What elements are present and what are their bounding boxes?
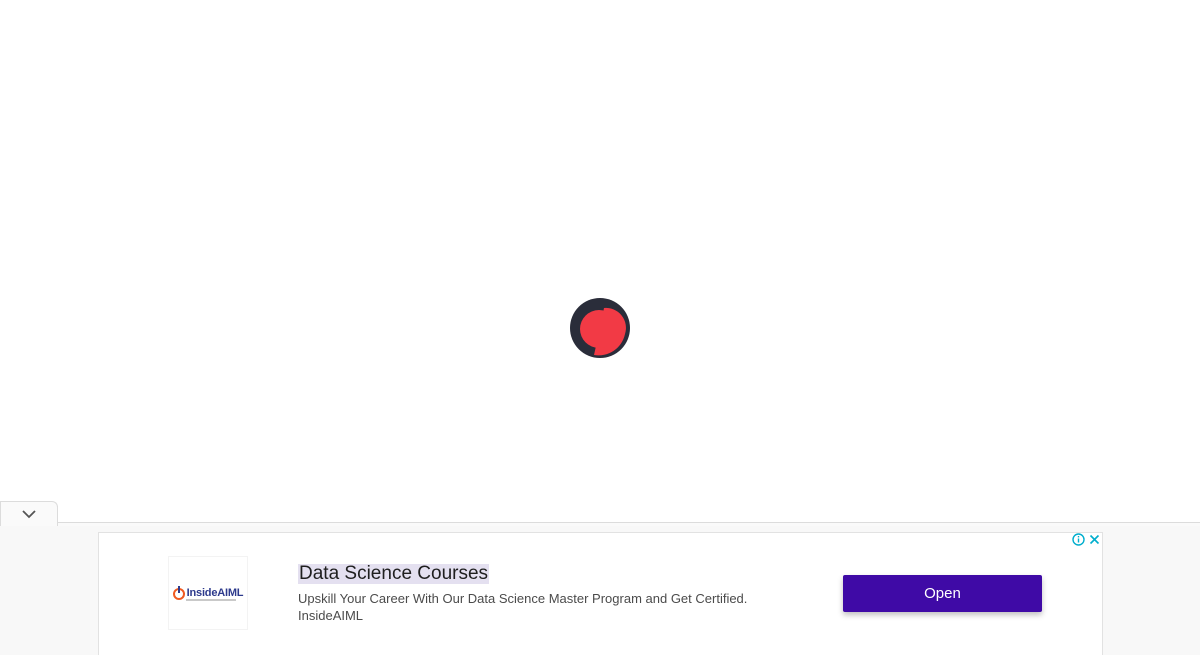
ad-logo-text: InsideAIML	[186, 587, 244, 599]
collapse-ad-button[interactable]	[0, 501, 58, 526]
power-icon	[172, 586, 185, 600]
ad-logo-tagline	[186, 599, 236, 601]
chevron-down-icon	[22, 510, 36, 519]
ad-advertiser: InsideAIML	[298, 608, 364, 623]
ad-close-icon[interactable]	[1088, 533, 1101, 546]
ad-description-block: Upskill Your Career With Our Data Scienc…	[298, 590, 798, 624]
ad-info-icon[interactable]	[1072, 533, 1085, 546]
page: InsideAIML Data Science Courses Upskill …	[0, 0, 1200, 655]
ad-open-button[interactable]: Open	[843, 575, 1042, 612]
loading-spinner-icon	[570, 298, 630, 358]
ad-headline[interactable]: Data Science Courses	[298, 564, 490, 584]
ad-logo[interactable]: InsideAIML	[168, 556, 248, 630]
ad-description: Upskill Your Career With Our Data Scienc…	[298, 591, 748, 606]
